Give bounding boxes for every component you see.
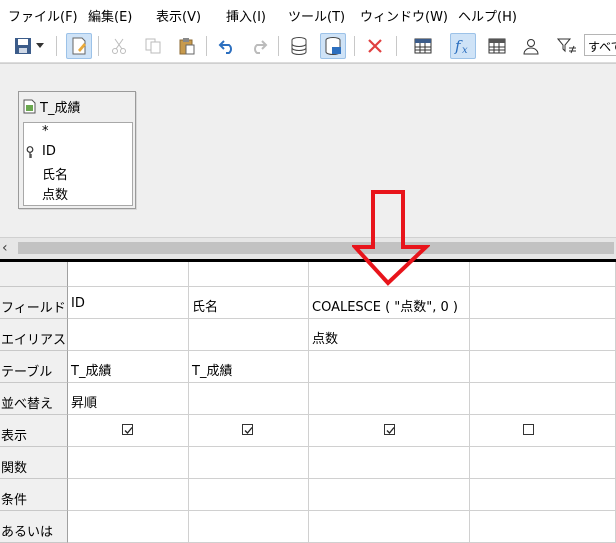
edit-design-icon[interactable] bbox=[66, 33, 92, 59]
alias-icon[interactable] bbox=[518, 33, 544, 59]
primary-key-icon bbox=[26, 146, 34, 158]
cell-or-1[interactable] bbox=[68, 511, 189, 543]
save-icon[interactable] bbox=[10, 33, 36, 59]
row-label-or: あるいは bbox=[0, 511, 68, 543]
cell-field-4[interactable] bbox=[470, 287, 616, 319]
run-query-icon[interactable] bbox=[286, 33, 312, 59]
column-header-4[interactable] bbox=[470, 262, 616, 287]
cell-table-4[interactable] bbox=[470, 351, 616, 383]
cell-criterion-2[interactable] bbox=[189, 479, 309, 511]
cell-table-3[interactable] bbox=[309, 351, 470, 383]
cell-field-3[interactable]: COALESCE ( "点数", 0 ) bbox=[309, 287, 470, 319]
column-header-3[interactable] bbox=[309, 262, 470, 287]
cell-or-4[interactable] bbox=[470, 511, 616, 543]
cell-criterion-3[interactable] bbox=[309, 479, 470, 511]
cell-criterion-1[interactable] bbox=[68, 479, 189, 511]
menu-edit[interactable]: 編集(E) bbox=[88, 6, 132, 25]
cell-visible-2 bbox=[189, 415, 309, 447]
row-label-criterion: 条件 bbox=[0, 479, 68, 511]
table-name-icon[interactable] bbox=[484, 33, 510, 59]
cut-icon[interactable] bbox=[106, 33, 132, 59]
distinct-icon[interactable] bbox=[554, 33, 580, 59]
field-item-id[interactable]: ID bbox=[42, 144, 56, 159]
visible-checkbox-4[interactable] bbox=[523, 424, 534, 435]
cell-or-3[interactable] bbox=[309, 511, 470, 543]
toolbar: fx すべて bbox=[0, 30, 616, 63]
menu-tools[interactable]: ツール(T) bbox=[288, 6, 345, 25]
cell-alias-1[interactable] bbox=[68, 319, 189, 351]
row-label-field: フィールド bbox=[0, 287, 68, 319]
cell-sort-2[interactable] bbox=[189, 383, 309, 415]
column-header-1[interactable] bbox=[68, 262, 189, 287]
table-name: T_成績 bbox=[40, 100, 81, 116]
menu-help[interactable]: ヘルプ(H) bbox=[458, 6, 517, 25]
row-label-alias: エイリアス bbox=[0, 319, 68, 351]
row-label-function: 関数 bbox=[0, 447, 68, 479]
horizontal-scrollbar[interactable]: ‹ bbox=[0, 237, 616, 260]
cell-table-2[interactable]: T_成績 bbox=[189, 351, 309, 383]
clear-query-icon[interactable] bbox=[320, 33, 346, 59]
row-label-sort: 並べ替え bbox=[0, 383, 68, 415]
paste-icon[interactable] bbox=[174, 33, 200, 59]
query-design-area: T_成績 * ID 氏名 点数 bbox=[0, 63, 616, 238]
visible-checkbox-2[interactable] bbox=[242, 424, 253, 435]
menu-insert[interactable]: 挿入(I) bbox=[226, 6, 266, 25]
cell-visible-4 bbox=[470, 415, 616, 447]
redo-icon[interactable] bbox=[246, 33, 272, 59]
query-criteria-grid: フィールド エイリアス テーブル 並べ替え 表示 関数 条件 あるいは ID T… bbox=[0, 262, 616, 543]
cell-criterion-4[interactable] bbox=[470, 479, 616, 511]
cell-alias-3[interactable]: 点数 bbox=[309, 319, 470, 351]
table-icon[interactable] bbox=[410, 33, 436, 59]
cell-field-2[interactable]: 氏名 bbox=[189, 287, 309, 319]
menu-window[interactable]: ウィンドウ(W) bbox=[360, 6, 448, 25]
cell-sort-1[interactable]: 昇順 bbox=[68, 383, 189, 415]
dropdown-arrow-icon[interactable] bbox=[34, 33, 46, 59]
scrollbar-thumb[interactable] bbox=[18, 242, 614, 254]
grid-corner bbox=[0, 262, 68, 287]
row-label-visible: 表示 bbox=[0, 415, 68, 447]
field-item-name[interactable]: 氏名 bbox=[42, 164, 68, 183]
cell-function-1[interactable] bbox=[68, 447, 189, 479]
cell-sort-3[interactable] bbox=[309, 383, 470, 415]
field-item-all[interactable]: * bbox=[42, 124, 49, 139]
table-window-title[interactable]: T_成績 bbox=[23, 97, 81, 116]
field-list: * ID 氏名 点数 bbox=[23, 122, 133, 206]
limit-combobox[interactable]: すべて bbox=[584, 34, 616, 56]
cell-visible-1 bbox=[68, 415, 189, 447]
menu-view[interactable]: 表示(V) bbox=[156, 6, 201, 25]
table-window[interactable]: T_成績 * ID 氏名 点数 bbox=[18, 91, 136, 209]
table-icon bbox=[23, 99, 36, 113]
cell-table-1[interactable]: T_成績 bbox=[68, 351, 189, 383]
cell-sort-4[interactable] bbox=[470, 383, 616, 415]
field-item-score[interactable]: 点数 bbox=[42, 184, 68, 203]
scroll-left-icon[interactable]: ‹ bbox=[2, 238, 8, 258]
cell-alias-2[interactable] bbox=[189, 319, 309, 351]
row-label-table: テーブル bbox=[0, 351, 68, 383]
cell-or-2[interactable] bbox=[189, 511, 309, 543]
cell-function-2[interactable] bbox=[189, 447, 309, 479]
column-header-2[interactable] bbox=[189, 262, 309, 287]
cell-visible-3 bbox=[309, 415, 470, 447]
undo-icon[interactable] bbox=[214, 33, 240, 59]
copy-icon[interactable] bbox=[140, 33, 166, 59]
menu-file[interactable]: ファイル(F) bbox=[8, 6, 78, 25]
cell-alias-4[interactable] bbox=[470, 319, 616, 351]
cell-function-3[interactable] bbox=[309, 447, 470, 479]
delete-icon[interactable] bbox=[362, 33, 388, 59]
function-icon[interactable]: fx bbox=[450, 33, 476, 59]
menu-bar: ファイル(F) 編集(E) 表示(V) 挿入(I) ツール(T) ウィンドウ(W… bbox=[0, 0, 616, 30]
cell-function-4[interactable] bbox=[470, 447, 616, 479]
cell-field-1[interactable]: ID bbox=[68, 287, 189, 319]
visible-checkbox-1[interactable] bbox=[122, 424, 133, 435]
visible-checkbox-3[interactable] bbox=[384, 424, 395, 435]
svg-text:x: x bbox=[462, 45, 468, 56]
